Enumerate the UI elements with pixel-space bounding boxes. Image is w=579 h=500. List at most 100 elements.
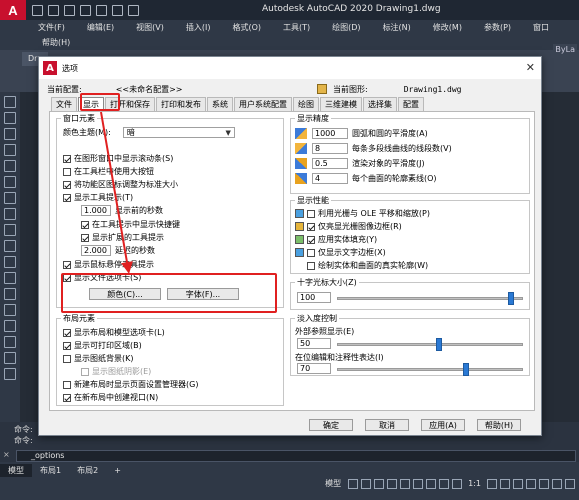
shortcut-keys-checkbox[interactable] (81, 220, 89, 229)
redo-icon[interactable] (128, 4, 139, 16)
extended-tips-checkbox[interactable] (81, 233, 89, 242)
mtext-icon[interactable] (4, 368, 16, 380)
ortho-icon[interactable] (374, 478, 385, 489)
rollover-row[interactable]: 显示鼠标悬停工具提示 (63, 259, 154, 270)
customization-menu-icon[interactable] (565, 478, 575, 489)
polyline-segments-input[interactable]: 8 (312, 143, 348, 154)
create-viewport-row[interactable]: 在新布局中创建视口(N) (63, 392, 158, 403)
menu-draw[interactable]: 绘图(D) (332, 22, 360, 33)
solid-fill-row[interactable]: 应用实体填充(Y) (295, 234, 377, 245)
rollover-checkbox[interactable] (63, 260, 71, 269)
polar-icon[interactable] (387, 478, 398, 489)
hardware-acceleration-icon[interactable] (539, 478, 549, 489)
new-file-icon[interactable] (32, 4, 43, 16)
text-boundary-row[interactable]: 仅显示文字边框(X) (295, 247, 386, 258)
layout-tabs-row[interactable]: 显示布局和模型选项卡(L) (63, 327, 165, 338)
bylayer-control[interactable]: ByLa (553, 44, 577, 55)
gradient-icon[interactable] (4, 320, 16, 332)
clean-screen-icon[interactable] (552, 478, 562, 489)
fonts-button[interactable]: 字体(F)... (167, 288, 239, 300)
inplace-fade-slider-track[interactable] (337, 368, 523, 371)
ribbon-icons-checkbox[interactable] (63, 180, 71, 189)
shortcut-keys-row[interactable]: 在工具提示中显示快捷键 (81, 219, 180, 230)
help-button[interactable]: 帮助(H) (477, 419, 521, 431)
file-tabs-row[interactable]: 显示文件选项卡(S) (63, 272, 141, 283)
command-input[interactable]: _options (16, 450, 576, 462)
polygon-icon[interactable] (4, 144, 16, 156)
workspace-icon[interactable] (513, 478, 523, 489)
ok-button[interactable]: 确定 (309, 419, 353, 431)
undo-icon[interactable] (112, 4, 123, 16)
circle-icon[interactable] (4, 192, 16, 204)
raster-frame-row[interactable]: 仅亮显光栅图像边框(R) (295, 221, 402, 232)
colors-button[interactable]: 颜色(C)... (89, 288, 161, 300)
settings-gear-icon[interactable] (487, 478, 497, 489)
menu-tools[interactable]: 工具(T) (283, 22, 310, 33)
tab-layout2[interactable]: 布局2 (69, 464, 106, 477)
tab-plot-publish[interactable]: 打印和发布 (156, 97, 206, 111)
ole-pan-zoom-row[interactable]: 利用光栅与 OLE 平移和缩放(P) (295, 208, 430, 219)
page-setup-row[interactable]: 新建布局时显示页面设置管理器(G) (63, 379, 198, 390)
tooltips-row[interactable]: 显示工具提示(T) (63, 192, 133, 203)
inplace-fade-slider-thumb[interactable] (463, 363, 469, 376)
rectangle-icon[interactable] (4, 160, 16, 172)
line-tool-icon[interactable] (4, 96, 16, 108)
page-setup-checkbox[interactable] (63, 380, 71, 389)
menu-edit[interactable]: 编辑(E) (87, 22, 114, 33)
true-silhouettes-checkbox[interactable] (307, 261, 315, 270)
menu-help[interactable]: 帮助(H) (42, 37, 70, 48)
table-icon[interactable] (4, 352, 16, 364)
large-buttons-checkbox[interactable] (63, 167, 71, 176)
xref-fade-slider-thumb[interactable] (436, 338, 442, 351)
print-icon[interactable] (96, 4, 107, 16)
make-block-icon[interactable] (4, 272, 16, 284)
arc-icon[interactable] (4, 176, 16, 188)
insert-block-icon[interactable] (4, 256, 16, 268)
create-viewport-checkbox[interactable] (63, 393, 71, 402)
autocad-logo-icon[interactable]: A (0, 0, 26, 20)
menu-insert[interactable]: 插入(I) (186, 22, 211, 33)
menu-dimension[interactable]: 标注(N) (383, 22, 411, 33)
ribbon-icons-row[interactable]: 将功能区图标调整为标准大小 (63, 179, 178, 190)
extended-tips-row[interactable]: 显示扩展的工具提示 (81, 232, 164, 243)
tooltips-checkbox[interactable] (63, 193, 71, 202)
paper-background-checkbox[interactable] (63, 354, 71, 363)
tab-system[interactable]: 系统 (207, 97, 233, 111)
save-as-icon[interactable] (80, 4, 91, 16)
isodraft-icon[interactable] (400, 478, 411, 489)
contour-lines-input[interactable]: 4 (312, 173, 348, 184)
text-boundary-checkbox[interactable] (307, 248, 315, 257)
tab-display[interactable]: 显示 (78, 97, 104, 112)
tab-drafting[interactable]: 绘图 (293, 97, 319, 111)
menu-parametric[interactable]: 参数(P) (484, 22, 511, 33)
crosshair-slider-track[interactable] (337, 297, 523, 300)
ole-pan-zoom-checkbox[interactable] (307, 209, 315, 218)
model-space-label[interactable]: 模型 (325, 478, 341, 489)
add-layout-button[interactable]: + (106, 464, 129, 477)
cancel-button[interactable]: 取消 (365, 419, 409, 431)
open-file-icon[interactable] (48, 4, 59, 16)
layout-tabs-checkbox[interactable] (63, 328, 71, 337)
annotation-scale[interactable]: 1:1 (468, 479, 481, 488)
save-icon[interactable] (64, 4, 75, 16)
tab-layout1[interactable]: 布局1 (32, 464, 69, 477)
object-snap-icon[interactable] (413, 478, 424, 489)
construction-line-icon[interactable] (4, 112, 16, 124)
annotation-autoscale-icon[interactable] (452, 478, 463, 489)
revcloud-icon[interactable] (4, 208, 16, 220)
tab-3d-modeling[interactable]: 三维建模 (320, 97, 362, 111)
grid-icon[interactable] (348, 478, 359, 489)
menu-view[interactable]: 视图(V) (136, 22, 164, 33)
xref-fade-slider-track[interactable] (337, 343, 523, 346)
selection-cycling-icon[interactable] (426, 478, 437, 489)
tab-files[interactable]: 文件 (51, 97, 77, 111)
polyline-icon[interactable] (4, 128, 16, 140)
snap-icon[interactable] (361, 478, 372, 489)
spline-icon[interactable] (4, 224, 16, 236)
region-icon[interactable] (4, 336, 16, 348)
scrollbars-row[interactable]: 在图形窗口中显示滚动条(S) (63, 153, 173, 164)
scrollbars-checkbox[interactable] (63, 154, 71, 163)
close-command-icon[interactable]: × (3, 450, 10, 459)
file-tabs-checkbox[interactable] (63, 273, 71, 282)
large-buttons-row[interactable]: 在工具栏中使用大按钮 (63, 166, 154, 177)
